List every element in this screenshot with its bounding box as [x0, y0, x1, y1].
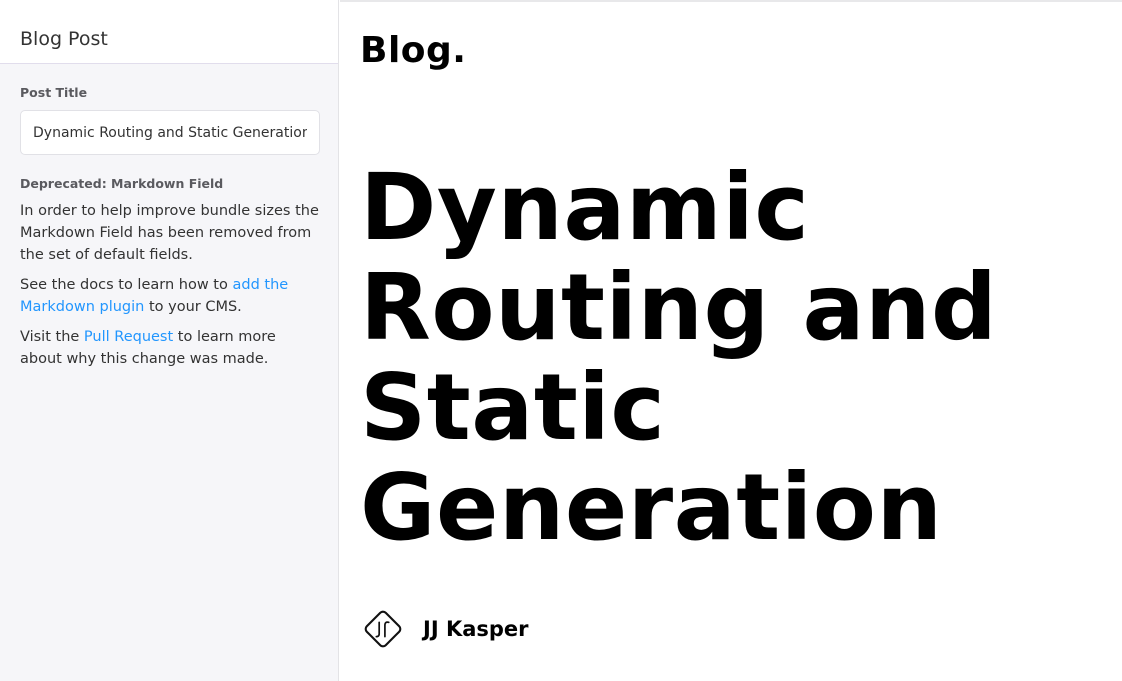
pr-help-prefix: Visit the	[20, 329, 84, 345]
deprecated-markdown-label: Deprecated: Markdown Field	[20, 176, 224, 191]
blog-brand-link[interactable]: Blog.	[360, 30, 466, 71]
docs-help-suffix: to your CMS.	[144, 299, 242, 315]
deprecation-notice: In order to help improve bundle sizes th…	[20, 203, 319, 263]
post-title-label: Post Title	[20, 85, 88, 100]
pull-request-help-text: Visit the Pull Request to learn more abo…	[20, 326, 320, 370]
sidebar-header: Blog Post	[0, 0, 338, 64]
docs-help-prefix: See the docs to learn how to	[20, 277, 233, 293]
avatar-svg	[364, 610, 402, 648]
cms-sidebar: Blog Post Post Title Deprecated: Markdow…	[0, 0, 339, 681]
post-title-input[interactable]	[20, 110, 320, 155]
pull-request-link[interactable]: Pull Request	[84, 329, 173, 345]
docs-help-text: See the docs to learn how to add the Mar…	[20, 274, 320, 318]
form-title: Blog Post	[20, 28, 108, 50]
preview-top-border	[340, 0, 1122, 2]
post-heading: Dynamic Routing and Static Generation	[360, 154, 998, 561]
author-info: JJ Kasper	[362, 607, 529, 651]
jj-monogram-avatar-icon	[362, 608, 404, 650]
author-name: JJ Kasper	[423, 617, 529, 641]
